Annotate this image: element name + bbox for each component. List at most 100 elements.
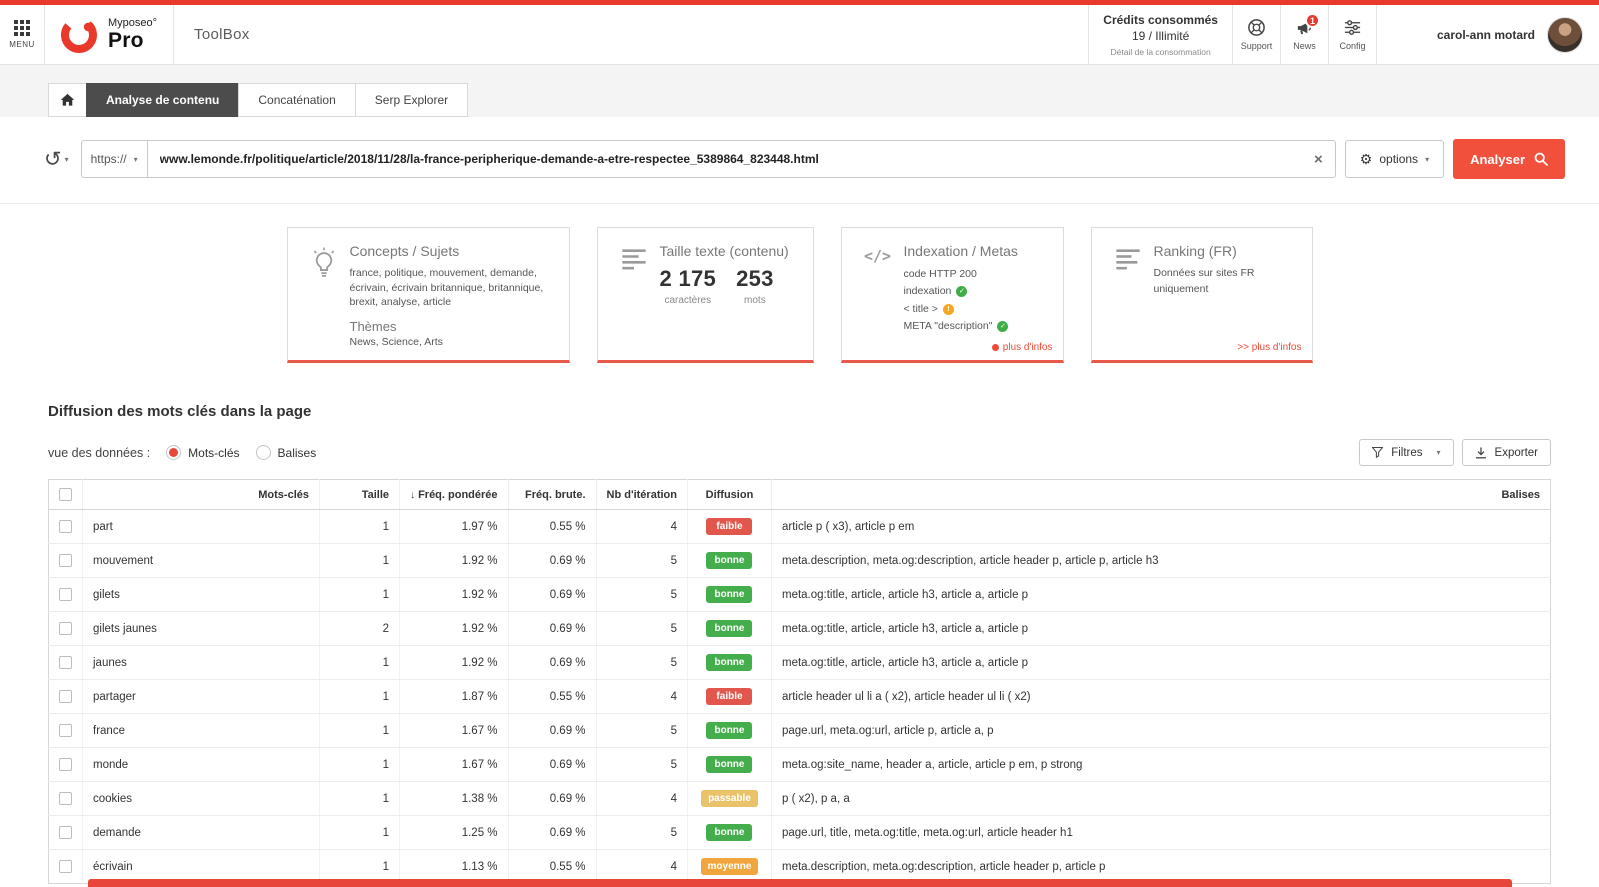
ranking-more-link[interactable]: >> plus d'infos (1237, 342, 1301, 353)
radio-unselected-icon[interactable] (255, 445, 271, 461)
row-checkbox[interactable] (59, 724, 72, 738)
history-dropdown-button[interactable]: ↺ ▾ (40, 149, 81, 170)
select-all-header (48, 479, 83, 511)
table-row[interactable]: jaunes 1 1.92 % 0.69 % 5 bonne meta.og:t… (48, 645, 1551, 681)
analyse-label: Analyser (1470, 151, 1525, 167)
size-title: Taille texte (contenu) (659, 243, 789, 259)
table-row[interactable]: part 1 1.97 % 0.55 % 4 faible article p … (48, 509, 1551, 545)
row-checkbox[interactable] (59, 792, 72, 806)
brand-name: Myposeo° (108, 17, 158, 29)
menu-button[interactable]: MENU (0, 5, 45, 64)
radio-balises[interactable]: Balises (255, 445, 316, 461)
balises-cell: page.url, meta.og:url, article p, articl… (771, 713, 1551, 749)
taille-cell: 1 (319, 509, 400, 545)
table-row[interactable]: gilets 1 1.92 % 0.69 % 5 bonne meta.og:t… (48, 577, 1551, 613)
row-checkbox[interactable] (59, 554, 72, 568)
section-title: Diffusion des mots clés dans la page (48, 403, 312, 421)
radio-mots-cles[interactable]: Mots-clés (166, 445, 240, 461)
ranking-lines-icon (1102, 243, 1154, 348)
chevron-down-icon: ▾ (133, 154, 138, 164)
row-checkbox[interactable] (59, 758, 72, 772)
iterations-cell: 5 (596, 747, 688, 783)
options-button[interactable]: ⚙ options ▾ (1344, 140, 1445, 178)
table-row[interactable]: france 1 1.67 % 0.69 % 5 bonne page.url,… (48, 713, 1551, 749)
config-label: Config (1339, 41, 1366, 51)
freq-ponderee-cell: 1.92 % (399, 543, 509, 579)
tab-analyse-de-contenu[interactable]: Analyse de contenu (86, 83, 240, 117)
header-taille[interactable]: Taille (319, 479, 400, 511)
user-avatar[interactable] (1547, 16, 1583, 53)
chevron-down-icon: ▾ (64, 154, 69, 164)
analyse-button[interactable]: Analyser (1453, 139, 1565, 179)
balises-cell: meta.og:title, article, article h3, arti… (771, 645, 1551, 681)
filters-button[interactable]: Filtres ▾ (1359, 439, 1454, 467)
table-row[interactable]: gilets jaunes 2 1.92 % 0.69 % 5 bonne me… (48, 611, 1551, 647)
freq-brute-cell: 0.55 % (508, 509, 597, 545)
iterations-cell: 4 (596, 781, 688, 817)
tab-serp-explorer[interactable]: Serp Explorer (354, 83, 469, 117)
support-button[interactable]: Support (1233, 5, 1281, 64)
status-ok-icon: ✓ (956, 286, 968, 298)
credits-detail-link[interactable]: Détail de la consommation (1111, 47, 1211, 57)
url-input[interactable] (159, 152, 1305, 166)
row-checkbox[interactable] (59, 690, 72, 704)
text-lines-icon (608, 243, 660, 348)
app-title: ToolBox (194, 26, 250, 43)
table-row[interactable]: monde 1 1.67 % 0.69 % 5 bonne meta.og:si… (48, 747, 1551, 783)
freq-ponderee-cell: 1.38 % (399, 781, 509, 817)
freq-brute-cell: 0.69 % (508, 781, 597, 817)
freq-brute-cell: 0.69 % (508, 713, 597, 749)
credits-box[interactable]: Crédits consommés 19 / Illimité Détail d… (1088, 5, 1233, 64)
row-checkbox[interactable] (59, 860, 72, 874)
taille-cell: 1 (319, 679, 400, 715)
select-all-checkbox[interactable] (59, 488, 72, 502)
header-balises[interactable]: Balises (771, 479, 1551, 511)
freq-ponderee-cell: 1.92 % (399, 611, 509, 647)
news-button[interactable]: 1 News (1281, 5, 1329, 64)
sort-desc-icon: ↓ (410, 489, 415, 501)
table-row[interactable]: demande 1 1.25 % 0.69 % 5 bonne page.url… (48, 815, 1551, 851)
table-row[interactable]: cookies 1 1.38 % 0.69 % 4 passable p ( x… (48, 781, 1551, 817)
indexation-title: Indexation / Metas (903, 243, 1018, 259)
indexation-more-link[interactable]: plus d'infos (991, 342, 1053, 353)
main-content: Diffusion des mots clés dans la page vue… (0, 403, 1599, 885)
protocol-value: https:// (90, 152, 127, 166)
row-checkbox[interactable] (59, 622, 72, 636)
brand-logo[interactable]: Myposeo° Pro (45, 5, 175, 64)
radio-selected-icon[interactable] (166, 445, 182, 461)
header-mots-cles[interactable]: Mots-clés (82, 479, 320, 511)
chevron-down-icon: ▾ (1425, 154, 1430, 164)
clear-url-icon[interactable]: × (1314, 152, 1323, 167)
export-button[interactable]: Exporter (1461, 439, 1551, 467)
balises-cell: article header ul li a ( x2), article he… (771, 679, 1551, 715)
config-button[interactable]: Config (1329, 5, 1377, 64)
row-checkbox[interactable] (59, 588, 72, 602)
protocol-select[interactable]: https:// ▾ (80, 140, 148, 178)
card-text-size: Taille texte (contenu) 2 175 caractères … (596, 227, 814, 364)
header-right: Crédits consommés 19 / Illimité Détail d… (1088, 5, 1599, 64)
tab-concatenation[interactable]: Concaténation (238, 83, 356, 117)
diffusion-badge: bonne (706, 654, 753, 672)
header-freq-brute[interactable]: Fréq. brute. (508, 479, 597, 511)
table-row[interactable]: mouvement 1 1.92 % 0.69 % 5 bonne meta.d… (48, 543, 1551, 579)
row-checkbox[interactable] (59, 826, 72, 840)
header-freq-ponderee[interactable]: ↓ Fréq. pondérée (399, 479, 509, 511)
user-menu[interactable]: carol-ann motard (1377, 5, 1599, 64)
history-icon: ↺ (44, 147, 62, 171)
freq-brute-cell: 0.69 % (508, 645, 597, 681)
tab-home[interactable] (48, 83, 87, 117)
card-concepts: Concepts / Sujets france, politique, mou… (286, 227, 570, 364)
url-field-wrap: × (147, 140, 1336, 178)
balises-cell: meta.og:title, article, article h3, arti… (771, 577, 1551, 613)
keyword-cell: part (82, 509, 320, 545)
row-checkbox[interactable] (59, 656, 72, 670)
row-checkbox[interactable] (59, 520, 72, 534)
header-diffusion[interactable]: Diffusion (687, 479, 772, 511)
options-label: options (1379, 152, 1419, 166)
header-nb-iteration[interactable]: Nb d'itération (596, 479, 688, 511)
concepts-keywords: france, politique, mouvement, demande, é… (349, 267, 544, 309)
credits-value: 19 / Illimité (1131, 28, 1190, 43)
diffusion-badge: faible (706, 518, 753, 536)
table-row[interactable]: partager 1 1.87 % 0.55 % 4 faible articl… (48, 679, 1551, 715)
taille-cell: 1 (319, 815, 400, 851)
